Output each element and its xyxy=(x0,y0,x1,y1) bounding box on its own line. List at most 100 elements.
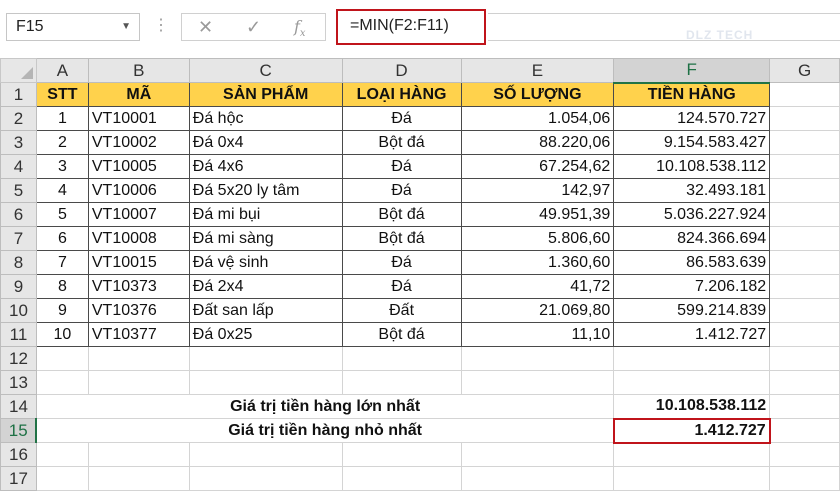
so-luong-cell[interactable]: 5.806,60 xyxy=(460,226,615,251)
stt-cell[interactable]: 7 xyxy=(35,250,89,275)
cell[interactable] xyxy=(87,466,190,491)
san-pham-cell[interactable]: Đá 2x4 xyxy=(188,274,343,299)
cell[interactable] xyxy=(613,442,771,467)
column-header-g[interactable]: G xyxy=(769,58,840,83)
header-cell-stt[interactable]: STT xyxy=(35,82,89,107)
column-header-b[interactable]: B xyxy=(87,58,190,83)
row-header[interactable]: 6 xyxy=(0,202,37,227)
tien-hang-cell[interactable]: 86.583.639 xyxy=(613,250,771,275)
ma-cell[interactable]: VT10377 xyxy=(87,322,190,347)
so-luong-cell[interactable]: 21.069,80 xyxy=(460,298,615,323)
stt-cell[interactable]: 1 xyxy=(35,106,89,131)
cell[interactable] xyxy=(769,322,840,347)
san-pham-cell[interactable]: Đá vệ sinh xyxy=(188,250,343,275)
row-header[interactable]: 10 xyxy=(0,298,37,323)
stt-cell[interactable]: 6 xyxy=(35,226,89,251)
formula-input[interactable]: =MIN(F2:F11) xyxy=(336,9,486,45)
so-luong-cell[interactable]: 67.254,62 xyxy=(460,154,615,179)
cell[interactable] xyxy=(769,250,840,275)
ma-cell[interactable]: VT10373 xyxy=(87,274,190,299)
san-pham-cell[interactable]: Đá 4x6 xyxy=(188,154,343,179)
so-luong-cell[interactable]: 142,97 xyxy=(460,178,615,203)
san-pham-cell[interactable]: Đá hộc xyxy=(188,106,343,131)
cell[interactable] xyxy=(188,370,343,395)
column-header-e[interactable]: E xyxy=(460,58,615,83)
header-cell-ma[interactable]: MÃ xyxy=(87,82,190,107)
row-header[interactable]: 9 xyxy=(0,274,37,299)
header-cell-so-luong[interactable]: SỐ LƯỢNG xyxy=(460,82,615,107)
cell[interactable] xyxy=(769,370,840,395)
cell[interactable] xyxy=(341,442,462,467)
check-icon[interactable]: ✓ xyxy=(246,16,261,38)
column-header-f[interactable]: F xyxy=(613,58,771,84)
column-header-a[interactable]: A xyxy=(35,58,89,83)
cell[interactable] xyxy=(769,298,840,323)
cell[interactable] xyxy=(769,274,840,299)
stt-cell[interactable]: 2 xyxy=(35,130,89,155)
row-header[interactable]: 1 xyxy=(0,82,37,107)
row-header[interactable]: 2 xyxy=(0,106,37,131)
ma-cell[interactable]: VT10007 xyxy=(87,202,190,227)
tien-hang-cell[interactable]: 10.108.538.112 xyxy=(613,154,771,179)
row-header[interactable]: 4 xyxy=(0,154,37,179)
stt-cell[interactable]: 9 xyxy=(35,298,89,323)
cell[interactable] xyxy=(613,346,771,371)
cell[interactable] xyxy=(769,82,840,107)
loai-hang-cell[interactable]: Đá xyxy=(341,250,462,275)
close-icon[interactable]: ✕ xyxy=(198,16,213,38)
cell[interactable] xyxy=(341,370,462,395)
cell[interactable] xyxy=(87,370,190,395)
row-header[interactable]: 8 xyxy=(0,250,37,275)
cell[interactable] xyxy=(87,346,190,371)
san-pham-cell[interactable]: Đất san lấp xyxy=(188,298,343,323)
tien-hang-cell[interactable]: 9.154.583.427 xyxy=(613,130,771,155)
row-header[interactable]: 14 xyxy=(0,394,37,419)
cell[interactable] xyxy=(460,346,615,371)
row-header[interactable]: 16 xyxy=(0,442,37,467)
ma-cell[interactable]: VT10005 xyxy=(87,154,190,179)
san-pham-cell[interactable]: Đá 0x4 xyxy=(188,130,343,155)
tien-hang-cell[interactable]: 599.214.839 xyxy=(613,298,771,323)
row-header[interactable]: 7 xyxy=(0,226,37,251)
cell[interactable] xyxy=(769,154,840,179)
cell[interactable] xyxy=(341,466,462,491)
select-all-icon[interactable] xyxy=(20,67,33,79)
ma-cell[interactable]: VT10008 xyxy=(87,226,190,251)
cell[interactable] xyxy=(769,106,840,131)
fx-icon[interactable]: fx xyxy=(294,16,306,45)
so-luong-cell[interactable]: 1.360,60 xyxy=(460,250,615,275)
name-box[interactable]: F15 ▼ xyxy=(6,13,140,41)
loai-hang-cell[interactable]: Đá xyxy=(341,154,462,179)
loai-hang-cell[interactable]: Đất xyxy=(341,298,462,323)
row-header[interactable]: 11 xyxy=(0,322,37,347)
row-header[interactable]: 5 xyxy=(0,178,37,203)
stt-cell[interactable]: 5 xyxy=(35,202,89,227)
row-header[interactable]: 13 xyxy=(0,370,37,395)
cell[interactable] xyxy=(769,130,840,155)
cell[interactable] xyxy=(769,178,840,203)
cell[interactable] xyxy=(769,226,840,251)
cell[interactable] xyxy=(35,370,89,395)
tien-hang-cell[interactable]: 124.570.727 xyxy=(613,106,771,131)
stt-cell[interactable]: 10 xyxy=(35,322,89,347)
cell[interactable] xyxy=(769,418,840,443)
cell[interactable] xyxy=(460,442,615,467)
stt-cell[interactable]: 8 xyxy=(35,274,89,299)
row-header[interactable]: 12 xyxy=(0,346,37,371)
header-cell-san-pham[interactable]: SẢN PHẨM xyxy=(188,82,343,107)
ma-cell[interactable]: VT10015 xyxy=(87,250,190,275)
stt-cell[interactable]: 4 xyxy=(35,178,89,203)
column-header-c[interactable]: C xyxy=(188,58,343,83)
san-pham-cell[interactable]: Đá 0x25 xyxy=(188,322,343,347)
ma-cell[interactable]: VT10001 xyxy=(87,106,190,131)
row-header[interactable]: 15 xyxy=(0,418,38,443)
cell[interactable] xyxy=(769,466,840,491)
column-header-d[interactable]: D xyxy=(341,58,462,83)
san-pham-cell[interactable]: Đá mi sàng xyxy=(188,226,343,251)
summary-value-min[interactable]: 1.412.727 xyxy=(612,417,771,444)
cell[interactable] xyxy=(613,370,771,395)
cell[interactable] xyxy=(188,442,343,467)
so-luong-cell[interactable]: 11,10 xyxy=(460,322,615,347)
cell[interactable] xyxy=(769,394,840,419)
tien-hang-cell[interactable]: 5.036.227.924 xyxy=(613,202,771,227)
